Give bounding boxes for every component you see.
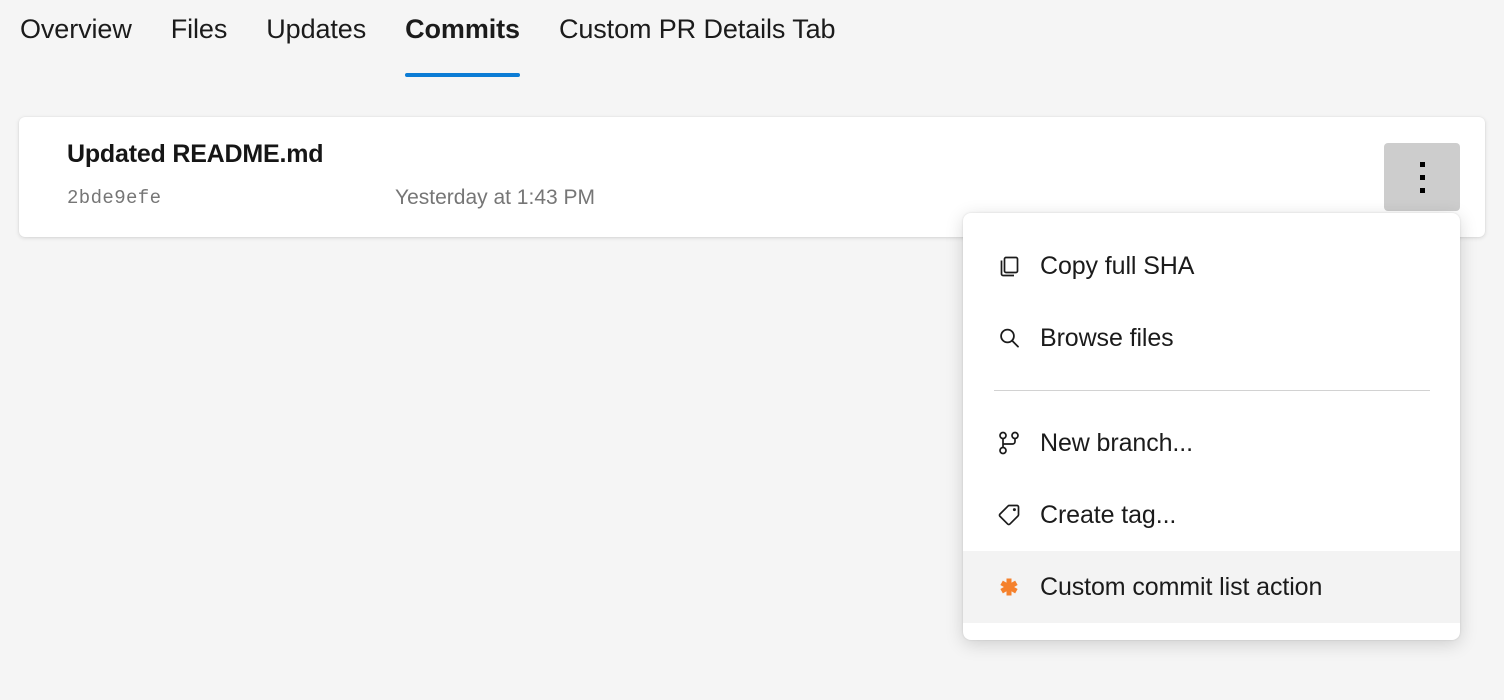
commit-context-menu: Copy full SHA Browse files New branch... — [963, 213, 1460, 640]
tab-files[interactable]: Files — [171, 0, 228, 45]
tab-overview[interactable]: Overview — [20, 0, 132, 45]
menu-item-label: Browse files — [1040, 324, 1174, 353]
menu-item-label: New branch... — [1040, 429, 1193, 458]
more-vertical-icon — [1420, 162, 1425, 167]
tab-label: Custom PR Details Tab — [559, 14, 836, 44]
tab-commits[interactable]: Commits — [405, 0, 520, 45]
menu-item-custom-commit-list-action[interactable]: Custom commit list action — [963, 551, 1460, 623]
menu-item-create-tag[interactable]: Create tag... — [963, 479, 1460, 551]
copy-icon — [994, 251, 1024, 281]
commit-message: Updated README.md — [67, 140, 323, 169]
commit-overflow-button[interactable] — [1384, 143, 1460, 211]
tab-updates[interactable]: Updates — [266, 0, 366, 45]
menu-separator — [994, 390, 1430, 391]
git-branch-icon — [994, 428, 1024, 458]
commit-sha: 2bde9efe — [67, 187, 161, 209]
tag-icon — [994, 500, 1024, 530]
tab-custom-pr-details[interactable]: Custom PR Details Tab — [559, 0, 836, 45]
commit-timestamp: Yesterday at 1:43 PM — [395, 186, 595, 210]
menu-item-label: Custom commit list action — [1040, 573, 1322, 602]
tab-label: Commits — [405, 14, 520, 44]
menu-item-new-branch[interactable]: New branch... — [963, 407, 1460, 479]
asterisk-icon — [994, 572, 1024, 602]
tab-label: Updates — [266, 14, 366, 44]
menu-item-browse-files[interactable]: Browse files — [963, 302, 1460, 374]
search-icon — [994, 323, 1024, 353]
tab-label: Files — [171, 14, 228, 44]
pr-details-tabbar: Overview Files Updates Commits Custom PR… — [0, 0, 1504, 88]
menu-item-copy-full-sha[interactable]: Copy full SHA — [963, 230, 1460, 302]
menu-item-label: Copy full SHA — [1040, 252, 1194, 281]
tab-label: Overview — [20, 14, 132, 44]
more-vertical-icon — [1420, 175, 1425, 180]
menu-item-label: Create tag... — [1040, 501, 1176, 530]
more-vertical-icon — [1420, 188, 1425, 193]
tab-active-underline — [405, 73, 520, 77]
